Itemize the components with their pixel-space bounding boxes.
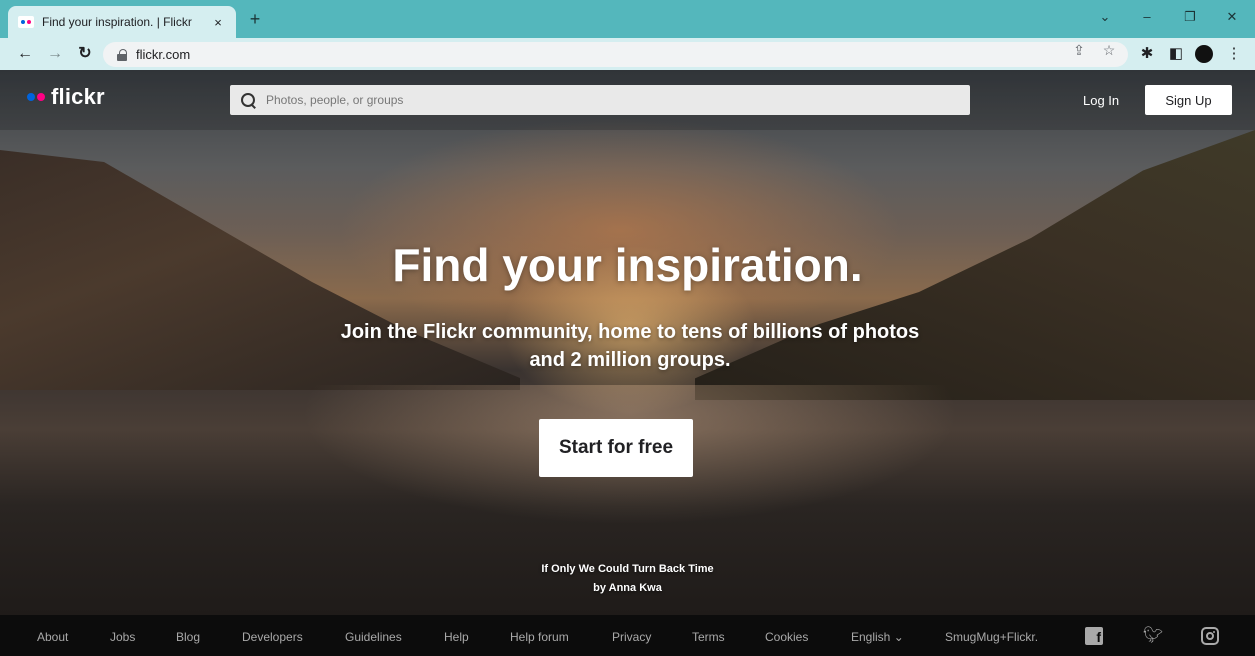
site-header: flickr Log In Sign Up bbox=[0, 70, 1255, 130]
flickr-favicon-icon bbox=[18, 16, 34, 28]
menu-kebab-icon[interactable]: ⋮ bbox=[1224, 45, 1244, 63]
footer-link-cookies[interactable]: Cookies bbox=[765, 630, 808, 644]
hero-subheadline: Join the Flickr community, home to tens … bbox=[340, 321, 920, 371]
restore-icon[interactable]: ❐ bbox=[1180, 9, 1200, 25]
url-text: flickr.com bbox=[136, 47, 191, 62]
footer-link-help-forum[interactable]: Help forum bbox=[510, 630, 569, 644]
tab-title: Find your inspiration. | Flickr bbox=[42, 15, 192, 29]
address-bar[interactable]: flickr.com bbox=[103, 42, 1128, 67]
tab-search-chevron-icon[interactable]: ⌄ bbox=[1095, 9, 1115, 25]
footer-link-help[interactable]: Help bbox=[444, 630, 469, 644]
footer-link-jobs[interactable]: Jobs bbox=[110, 630, 135, 644]
back-arrow-icon[interactable]: ← bbox=[14, 43, 36, 65]
language-selector[interactable]: English ⌄ bbox=[851, 630, 904, 644]
flickr-dots-icon bbox=[27, 93, 45, 101]
browser-tab-bar: Find your inspiration. | Flickr × + ⌄ – … bbox=[0, 0, 1255, 38]
close-window-icon[interactable]: ✕ bbox=[1222, 9, 1242, 25]
search-input[interactable] bbox=[266, 93, 946, 107]
footer-link-about[interactable]: About bbox=[37, 630, 68, 644]
site-footer: About Jobs Blog Developers Guidelines He… bbox=[0, 615, 1255, 656]
footer-link-blog[interactable]: Blog bbox=[176, 630, 200, 644]
login-link[interactable]: Log In bbox=[1083, 93, 1119, 108]
new-tab-button[interactable]: + bbox=[244, 9, 266, 30]
footer-link-guidelines[interactable]: Guidelines bbox=[345, 630, 402, 644]
forward-arrow-icon[interactable]: → bbox=[44, 43, 66, 65]
browser-tab[interactable]: Find your inspiration. | Flickr × bbox=[8, 6, 236, 38]
footer-link-terms[interactable]: Terms bbox=[692, 630, 725, 644]
logo-text: flickr bbox=[51, 84, 105, 109]
reload-icon[interactable]: ↻ bbox=[74, 43, 96, 65]
signup-button[interactable]: Sign Up bbox=[1145, 85, 1232, 115]
instagram-icon[interactable] bbox=[1201, 627, 1219, 645]
bookmark-star-icon[interactable]: ☆ bbox=[1100, 42, 1118, 59]
browser-toolbar: ← → ↻ flickr.com ⇪ ☆ ✱ ◧ ⋮ bbox=[0, 38, 1255, 70]
hero-headline: Find your inspiration. bbox=[392, 239, 863, 291]
search-icon[interactable] bbox=[240, 92, 256, 108]
lock-icon bbox=[117, 49, 127, 61]
photo-title[interactable]: If Only We Could Turn Back Time bbox=[0, 560, 1255, 579]
footer-link-developers[interactable]: Developers bbox=[242, 630, 303, 644]
photo-author[interactable]: by Anna Kwa bbox=[0, 579, 1255, 598]
minimize-icon[interactable]: – bbox=[1137, 9, 1157, 24]
search-bar[interactable] bbox=[230, 85, 970, 115]
side-panel-icon[interactable]: ◧ bbox=[1166, 45, 1186, 63]
close-tab-icon[interactable]: × bbox=[210, 15, 226, 30]
photo-credit[interactable]: If Only We Could Turn Back Time by Anna … bbox=[0, 560, 1255, 598]
profile-avatar[interactable] bbox=[1195, 45, 1213, 63]
facebook-icon[interactable]: f bbox=[1085, 627, 1103, 645]
flickr-logo[interactable]: flickr bbox=[27, 84, 105, 110]
share-icon[interactable]: ⇪ bbox=[1070, 42, 1088, 59]
hero-background: flickr Log In Sign Up Find your inspirat… bbox=[0, 70, 1255, 615]
start-for-free-button[interactable]: Start for free bbox=[539, 419, 693, 477]
twitter-icon[interactable]: 🐦︎ bbox=[1143, 627, 1163, 645]
extensions-puzzle-icon[interactable]: ✱ bbox=[1137, 45, 1157, 63]
footer-link-smugmug[interactable]: SmugMug+Flickr. bbox=[945, 630, 1038, 644]
footer-link-privacy[interactable]: Privacy bbox=[612, 630, 651, 644]
